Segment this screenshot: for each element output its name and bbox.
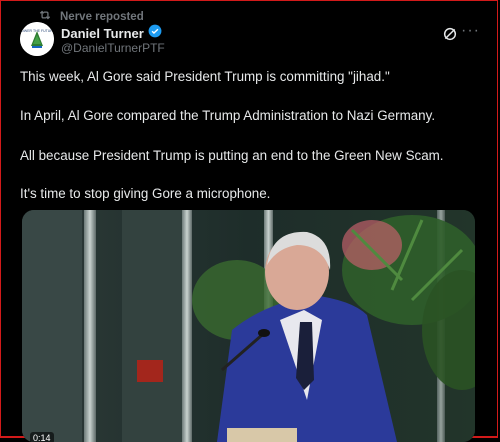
video-frame xyxy=(22,210,475,442)
author-name[interactable]: Daniel Turner xyxy=(61,26,144,41)
tweet-line-3: All because President Trump is putting a… xyxy=(20,148,444,163)
repost-label: Nerve reposted xyxy=(60,10,144,23)
tweet-line-2: In April, Al Gore compared the Trump Adm… xyxy=(20,108,436,123)
more-options-button[interactable]: ··· xyxy=(461,22,480,40)
author-handle[interactable]: @DanielTurnerPTF xyxy=(61,41,165,55)
tweet-line-4: It's time to stop giving Gore a micropho… xyxy=(20,186,271,201)
video-player[interactable]: 0:14 xyxy=(22,210,475,442)
grok-icon[interactable] xyxy=(442,26,458,42)
repost-indicator[interactable]: Nerve reposted xyxy=(38,8,144,25)
tweet-line-1: This week, Al Gore said President Trump … xyxy=(20,69,390,84)
video-timestamp: 0:14 xyxy=(30,432,54,442)
avatar[interactable]: POWER THE FUTURE xyxy=(20,22,54,56)
